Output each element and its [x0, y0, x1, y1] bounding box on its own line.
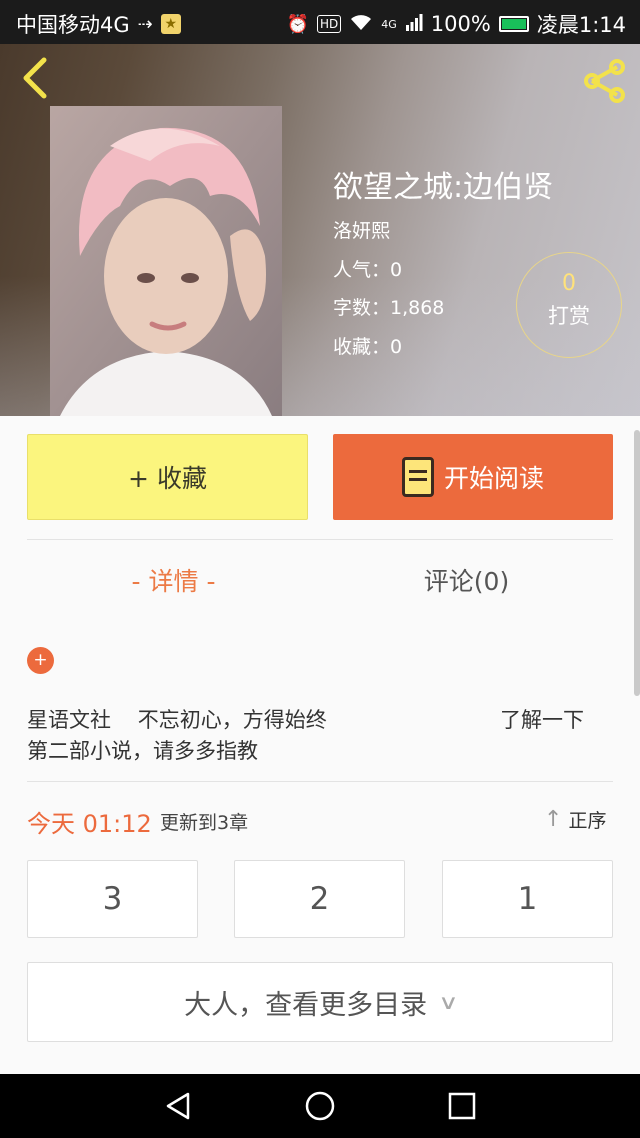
square-recents-icon [448, 1092, 476, 1120]
usb-icon: ⇢ [137, 13, 153, 35]
learn-more-link[interactable]: 了解一下 [500, 704, 584, 734]
chapter-button[interactable]: 2 [234, 860, 405, 938]
add-to-favorites-button[interactable]: + 收藏 [27, 434, 308, 520]
book-title: 欲望之城:边伯贤 [333, 170, 554, 205]
chapter-button[interactable]: 3 [27, 860, 198, 938]
back-button[interactable] [18, 56, 54, 100]
word-count-stat: 字数：1,868 [333, 297, 445, 319]
expand-plus-icon[interactable]: + [27, 647, 54, 674]
network-type: 4G [381, 17, 397, 31]
carrier-label: 中国移动4G [16, 13, 130, 37]
nav-recents-button[interactable] [444, 1088, 480, 1124]
triangle-back-icon [166, 1092, 190, 1120]
tab-comments[interactable]: 评论(0) [320, 562, 613, 598]
reward-label: 打赏 [548, 304, 590, 328]
battery-percent: 100% [430, 12, 491, 36]
system-nav-bar [0, 1074, 640, 1138]
share-button[interactable] [580, 58, 630, 104]
add-to-favorites-label: + 收藏 [128, 464, 207, 493]
sort-order-label: 正序 [568, 810, 607, 832]
app-notification-icon: ★ [160, 14, 181, 34]
start-reading-label: 开始阅读 [443, 464, 544, 493]
update-time: 今天 01:12 [27, 810, 152, 838]
view-more-chapters-button[interactable]: 大人，查看更多目录 ∨ [27, 962, 613, 1042]
scrollbar[interactable] [634, 430, 640, 696]
book-header: 欲望之城:边伯贤 洛妍熙 人气：0 字数：1,868 收藏：0 0 打赏 [0, 44, 640, 416]
status-bar: 中国移动4G ⇢ ★ ⏰ HD 4G 100% 凌晨1:14 [0, 0, 640, 44]
start-reading-button[interactable]: 开始阅读 [333, 434, 613, 520]
hd-badge: HD [316, 15, 342, 33]
nav-back-button[interactable] [160, 1088, 196, 1124]
share-icon [584, 59, 625, 103]
book-author: 洛妍熙 [333, 220, 391, 242]
chevron-down-icon: ∨ [438, 990, 459, 1014]
favorites-stat: 收藏：0 [333, 336, 403, 358]
circle-home-icon [305, 1091, 335, 1121]
divider [27, 539, 613, 540]
description-line-2: 第二部小说，请多多指教 [27, 739, 258, 763]
book-cover-image [50, 106, 282, 416]
book-icon [401, 457, 434, 497]
description-line-1: 星语文社 不忘初心，方得始终 [27, 708, 327, 732]
back-arrow-icon [23, 57, 47, 99]
arrow-up-icon: ↑ [544, 807, 563, 832]
tab-details[interactable]: - 详情 - [27, 562, 320, 598]
view-more-chapters-label: 大人，查看更多目录 [184, 989, 428, 1021]
divider [27, 781, 613, 782]
reward-button[interactable]: 0 打赏 [516, 252, 622, 358]
sort-order-button[interactable]: ↑ 正序 [544, 806, 606, 833]
alarm-icon: ⏰ [286, 13, 309, 35]
chapter-button[interactable]: 1 [442, 860, 613, 938]
wifi-icon [349, 13, 373, 36]
reward-count: 0 [562, 271, 576, 296]
update-status: 更新到3章 [160, 812, 249, 834]
signal-icon [405, 13, 423, 36]
clock: 凌晨1:14 [536, 13, 626, 37]
battery-icon [498, 16, 529, 32]
nav-home-button[interactable] [302, 1088, 338, 1124]
popularity-stat: 人气：0 [333, 259, 403, 281]
